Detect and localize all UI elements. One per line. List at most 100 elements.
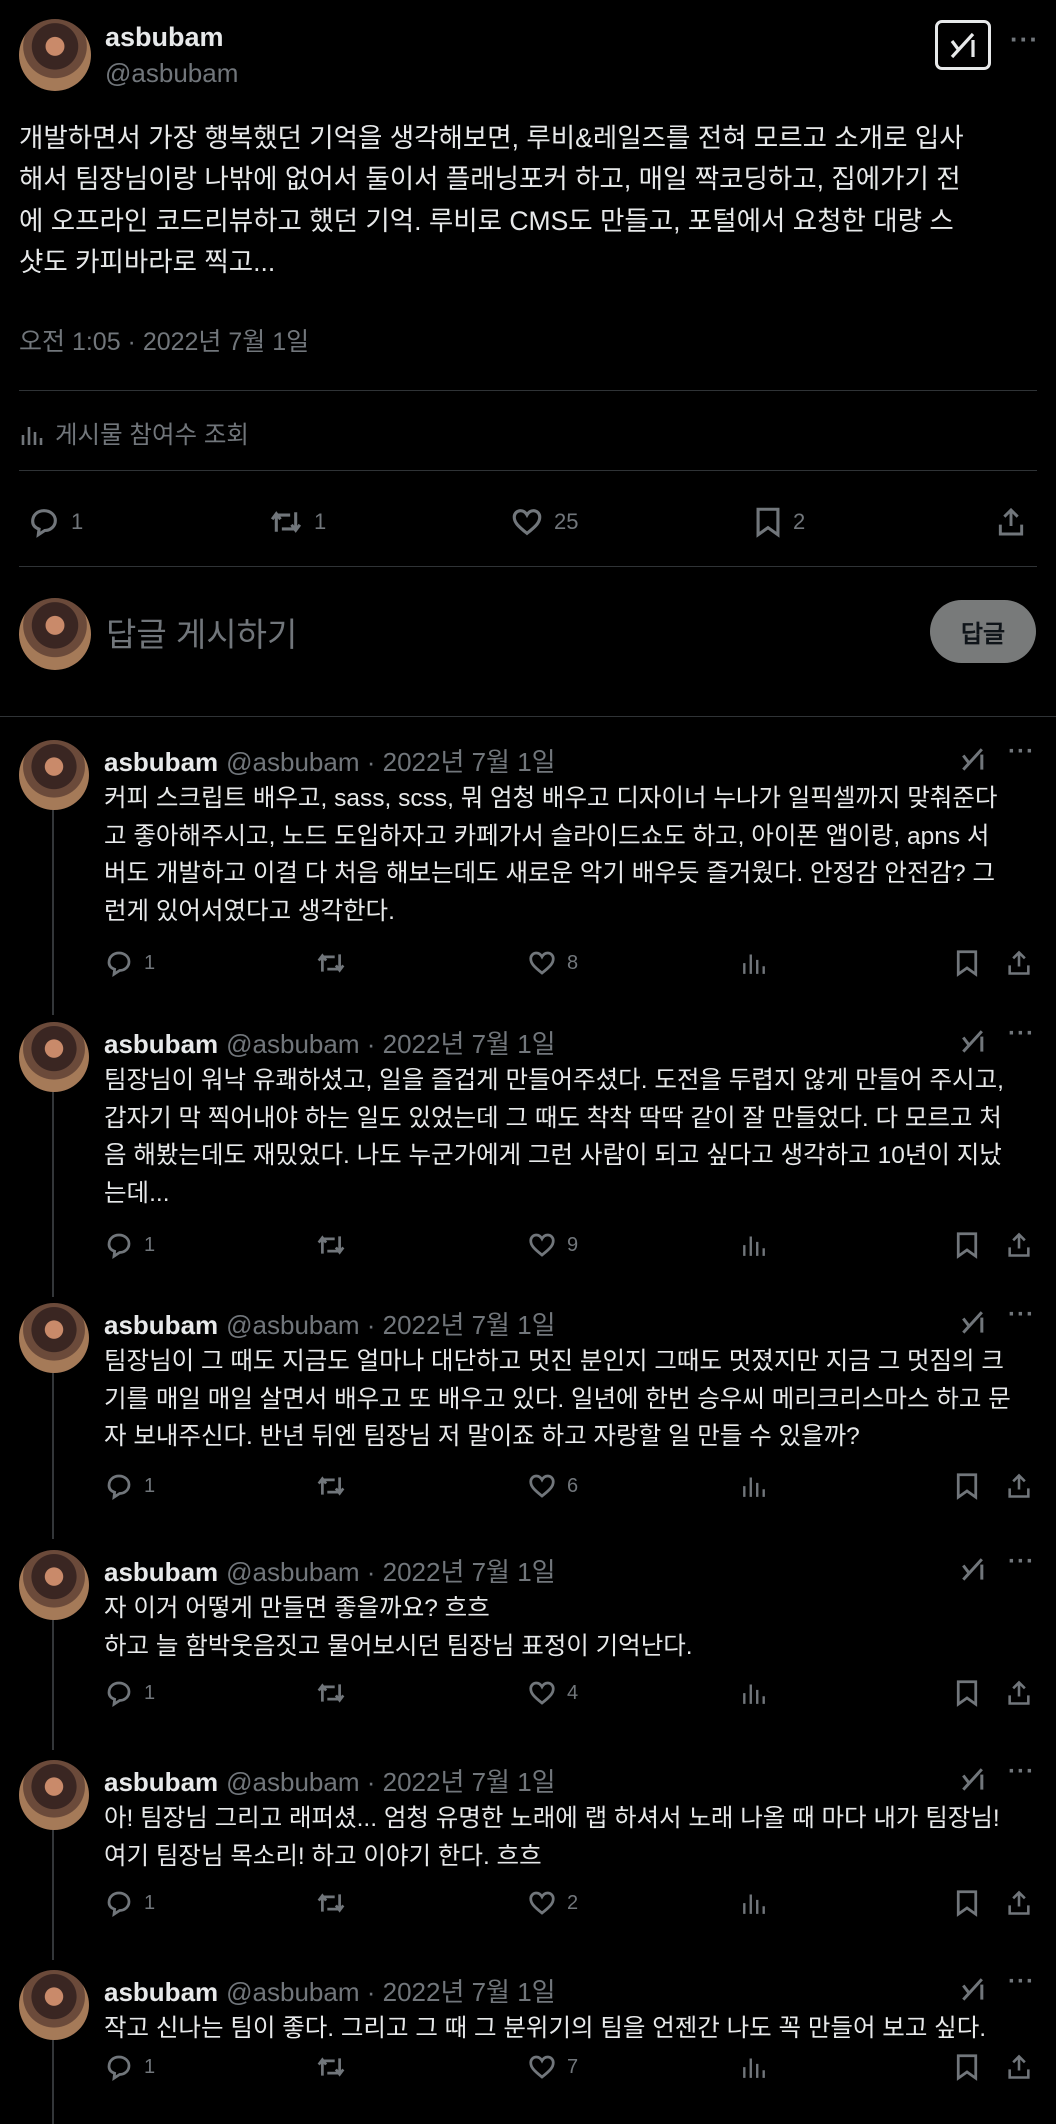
reply-composer-input[interactable]: 답글 게시하기	[106, 608, 297, 656]
avatar[interactable]	[19, 598, 91, 670]
reply-count: 1	[144, 1681, 156, 1704]
views-icon	[743, 1477, 765, 1497]
avatar[interactable]	[19, 1022, 89, 1092]
views-action[interactable]	[740, 1888, 768, 1916]
reply-icon	[107, 2055, 131, 2082]
section-divider	[0, 716, 1056, 717]
reply-author-name[interactable]: asbubam	[104, 1977, 218, 2007]
reply-author-name[interactable]: asbubam	[104, 1767, 218, 1797]
grok-icon[interactable]	[958, 1554, 988, 1584]
like-action[interactable]: 6	[527, 1471, 578, 1501]
grok-button[interactable]	[935, 20, 991, 70]
reply-action[interactable]: 1	[27, 505, 83, 539]
repost-icon	[317, 1683, 345, 1703]
more-icon[interactable]: ···	[1010, 24, 1039, 55]
like-action[interactable]: 7	[527, 2052, 578, 2082]
reply-text: 팀장님이 워낙 유쾌하셨고, 일을 즐겁게 만들어주셨다. 도전을 두렵지 않게…	[104, 1067, 1004, 1207]
reply-action[interactable]: 1	[104, 1888, 155, 1918]
bookmark-action[interactable]	[954, 1230, 980, 1260]
reply-author-name[interactable]: asbubam	[104, 1029, 218, 1059]
repost-icon	[317, 2057, 345, 2077]
bookmark-action[interactable]	[954, 1888, 980, 1918]
views-action[interactable]	[740, 1230, 768, 1258]
reply-author-name[interactable]: asbubam	[104, 747, 218, 777]
bookmark-action[interactable]	[954, 1471, 980, 1501]
like-count: 4	[567, 1681, 579, 1704]
reply-action[interactable]: 1	[104, 2052, 155, 2082]
author-handle[interactable]: @asbubam	[105, 58, 238, 89]
share-action[interactable]	[1005, 1678, 1033, 1708]
repost-icon	[317, 953, 345, 973]
reply-handle-date[interactable]: @asbubam · 2022년 7월 1일	[226, 1029, 555, 1059]
views-action[interactable]	[740, 1471, 768, 1499]
more-icon[interactable]: ···	[1008, 738, 1035, 766]
heart-icon	[529, 1891, 555, 1915]
reply-header: asbubam @asbubam · 2022년 7월 1일	[104, 1552, 556, 1589]
avatar[interactable]	[19, 1550, 89, 1620]
avatar[interactable]	[19, 19, 91, 91]
views-action[interactable]	[740, 948, 768, 976]
avatar[interactable]	[19, 1970, 89, 2040]
share-action[interactable]	[995, 505, 1027, 539]
repost-action[interactable]	[315, 1888, 347, 1918]
share-action[interactable]	[1005, 2052, 1033, 2082]
reply-action[interactable]: 1	[104, 1471, 155, 1501]
like-action[interactable]: 4	[527, 1678, 578, 1708]
more-icon[interactable]: ···	[1008, 1968, 1035, 1996]
share-action[interactable]	[1005, 1888, 1033, 1918]
share-action[interactable]	[1005, 1230, 1033, 1260]
reply-handle-date[interactable]: @asbubam · 2022년 7월 1일	[226, 747, 555, 777]
repost-action[interactable]	[315, 1471, 347, 1501]
reply-action[interactable]: 1	[104, 1678, 155, 1708]
grok-icon[interactable]	[958, 1026, 988, 1056]
avatar[interactable]	[19, 1760, 89, 1830]
grok-icon[interactable]	[958, 1764, 988, 1794]
thread-line	[52, 1610, 54, 1750]
views-action[interactable]	[740, 2052, 768, 2080]
grok-icon[interactable]	[958, 1974, 988, 2004]
repost-action[interactable]	[315, 1230, 347, 1260]
repost-action[interactable]: 1	[268, 505, 326, 539]
bookmark-icon	[956, 1473, 978, 1500]
thread-line	[52, 800, 54, 1015]
author-display-name[interactable]: asbubam	[105, 22, 224, 53]
share-action[interactable]	[1005, 1471, 1033, 1501]
reply-submit-button[interactable]: 답글	[930, 600, 1036, 663]
post-timestamp[interactable]: 오전 1:05 · 2022년 7월 1일	[19, 322, 309, 358]
like-action[interactable]: 9	[527, 1230, 578, 1260]
grok-icon[interactable]	[958, 1307, 988, 1337]
bookmark-action[interactable]	[954, 948, 980, 978]
reply-author-name[interactable]: asbubam	[104, 1310, 218, 1340]
more-icon[interactable]: ···	[1008, 1020, 1035, 1048]
avatar[interactable]	[19, 1303, 89, 1373]
like-action[interactable]: 8	[527, 948, 578, 978]
reply-handle-date[interactable]: @asbubam · 2022년 7월 1일	[226, 1310, 555, 1340]
heart-icon	[529, 2055, 555, 2079]
reply-author-name[interactable]: asbubam	[104, 1557, 218, 1587]
repost-action[interactable]	[315, 1678, 347, 1708]
views-action[interactable]	[740, 1678, 768, 1706]
more-icon[interactable]: ···	[1008, 1758, 1035, 1786]
post-engagements-link[interactable]: 게시물 참여수 조회	[19, 416, 249, 451]
bookmark-action[interactable]: 2	[753, 505, 805, 539]
repost-action[interactable]	[315, 2052, 347, 2082]
repost-action[interactable]	[315, 948, 347, 978]
reply-action[interactable]: 1	[104, 948, 155, 978]
reply-handle-date[interactable]: @asbubam · 2022년 7월 1일	[226, 1557, 555, 1587]
share-action[interactable]	[1005, 948, 1033, 978]
reply-icon	[31, 509, 57, 538]
reply-action[interactable]: 1	[104, 1230, 155, 1260]
reply-handle-date[interactable]: @asbubam · 2022년 7월 1일	[226, 1767, 555, 1797]
reply-handle-date[interactable]: @asbubam · 2022년 7월 1일	[226, 1977, 555, 2007]
reply-count: 1	[144, 1233, 156, 1256]
bookmark-action[interactable]	[954, 1678, 980, 1708]
like-action[interactable]: 25	[510, 505, 578, 539]
like-action[interactable]: 2	[527, 1888, 578, 1918]
bookmark-action[interactable]	[954, 2052, 980, 2082]
more-icon[interactable]: ···	[1008, 1548, 1035, 1576]
divider	[19, 390, 1037, 391]
grok-icon[interactable]	[958, 744, 988, 774]
avatar[interactable]	[19, 740, 89, 810]
share-icon	[998, 507, 1024, 536]
more-icon[interactable]: ···	[1008, 1301, 1035, 1329]
